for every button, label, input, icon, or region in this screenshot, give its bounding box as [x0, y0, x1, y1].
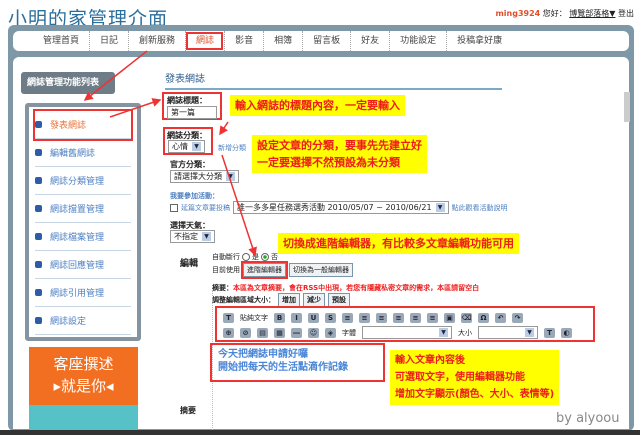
bottom-bar	[0, 430, 640, 435]
arrow-nav-to-sidebar	[83, 50, 148, 101]
annotation-arrows	[83, 50, 257, 257]
arrow-to-editor-switch	[221, 154, 257, 257]
signature: by alyoou	[556, 411, 620, 426]
arrow-sidebar-to-title	[109, 98, 162, 118]
arrow-to-category	[219, 121, 229, 136]
scrollbar[interactable]	[624, 92, 630, 122]
